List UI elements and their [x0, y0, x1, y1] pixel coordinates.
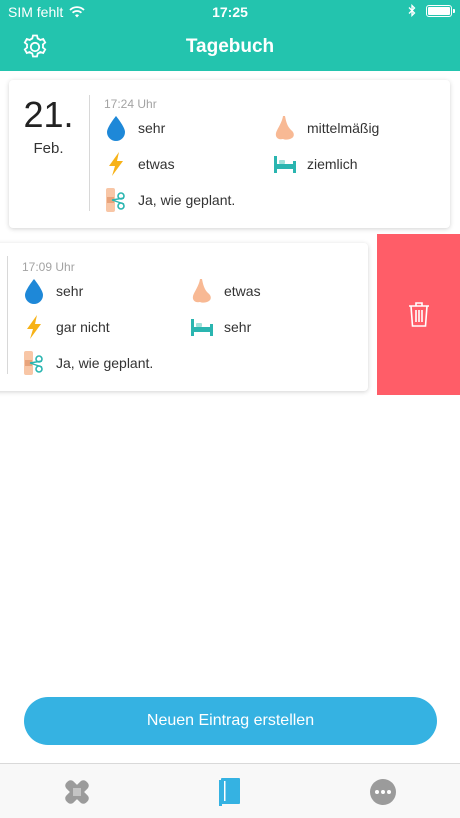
tab-plaster[interactable] — [61, 776, 93, 808]
lightning-icon — [22, 314, 46, 340]
nose-row: mittelmäßig — [273, 115, 379, 141]
water-row: sehr — [22, 278, 83, 304]
water-row: sehr — [104, 115, 165, 141]
entry-time: 17:09 Uhr — [22, 260, 75, 274]
sleep-row: ziemlich — [273, 151, 358, 177]
tab-bar — [0, 763, 460, 818]
bed-icon — [273, 151, 297, 177]
sleep-row: sehr — [190, 314, 251, 340]
water-drop-icon — [22, 278, 46, 304]
entry-time: 17:24 Uhr — [104, 97, 157, 111]
plaster-icon — [65, 780, 89, 804]
status-right — [408, 4, 455, 17]
bed-icon — [190, 314, 214, 340]
sleep-value: sehr — [224, 319, 252, 335]
date-divider — [89, 95, 90, 211]
trash-icon — [408, 302, 429, 327]
diary-book-icon — [219, 778, 240, 806]
nose-icon — [273, 115, 297, 141]
page-title: Tagebuch — [185, 36, 275, 57]
entry-date: 21. Feb. — [9, 94, 88, 157]
nav-bar: Tagebuch — [0, 24, 460, 71]
delete-entry-button[interactable] — [377, 234, 460, 395]
water-value: sehr — [138, 120, 166, 136]
plan-row: Ja, wie geplant. — [104, 187, 235, 213]
status-time: 17:25 — [212, 4, 248, 20]
tab-diary[interactable] — [214, 776, 246, 808]
energy-row: gar nicht — [22, 314, 110, 340]
diary-entry-card[interactable]: 17:09 Uhr sehr etwas gar nicht sehr Ja, … — [0, 243, 368, 391]
energy-row: etwas — [104, 151, 175, 177]
nose-row: etwas — [190, 278, 261, 304]
lightning-icon — [104, 151, 128, 177]
tab-more[interactable] — [367, 776, 399, 808]
plan-value: Ja, wie geplant. — [138, 192, 236, 208]
entry-month: Feb. — [33, 140, 64, 157]
new-entry-button[interactable]: Neuen Eintrag erstellen — [24, 697, 437, 745]
energy-value: etwas — [138, 156, 175, 172]
entry-divider — [7, 256, 8, 374]
nose-value: mittelmäßig — [307, 120, 380, 136]
entry-day: 21. — [23, 94, 74, 135]
plaster-scissors-icon — [104, 187, 128, 213]
bluetooth-icon — [408, 4, 416, 17]
nose-value: etwas — [224, 283, 261, 299]
sleep-value: ziemlich — [307, 156, 358, 172]
battery-icon — [426, 4, 455, 17]
water-value: sehr — [56, 283, 84, 299]
status-bar: SIM fehlt 17:25 — [0, 0, 460, 24]
plan-value: Ja, wie geplant. — [56, 355, 154, 371]
energy-value: gar nicht — [56, 319, 110, 335]
plan-row: Ja, wie geplant. — [22, 350, 153, 376]
more-icon — [370, 779, 396, 805]
plaster-scissors-icon — [22, 350, 46, 376]
nose-icon — [190, 278, 214, 304]
diary-entry-card[interactable]: 21. Feb. 17:24 Uhr sehr mittelmäßig etwa… — [9, 80, 450, 228]
water-drop-icon — [104, 115, 128, 141]
